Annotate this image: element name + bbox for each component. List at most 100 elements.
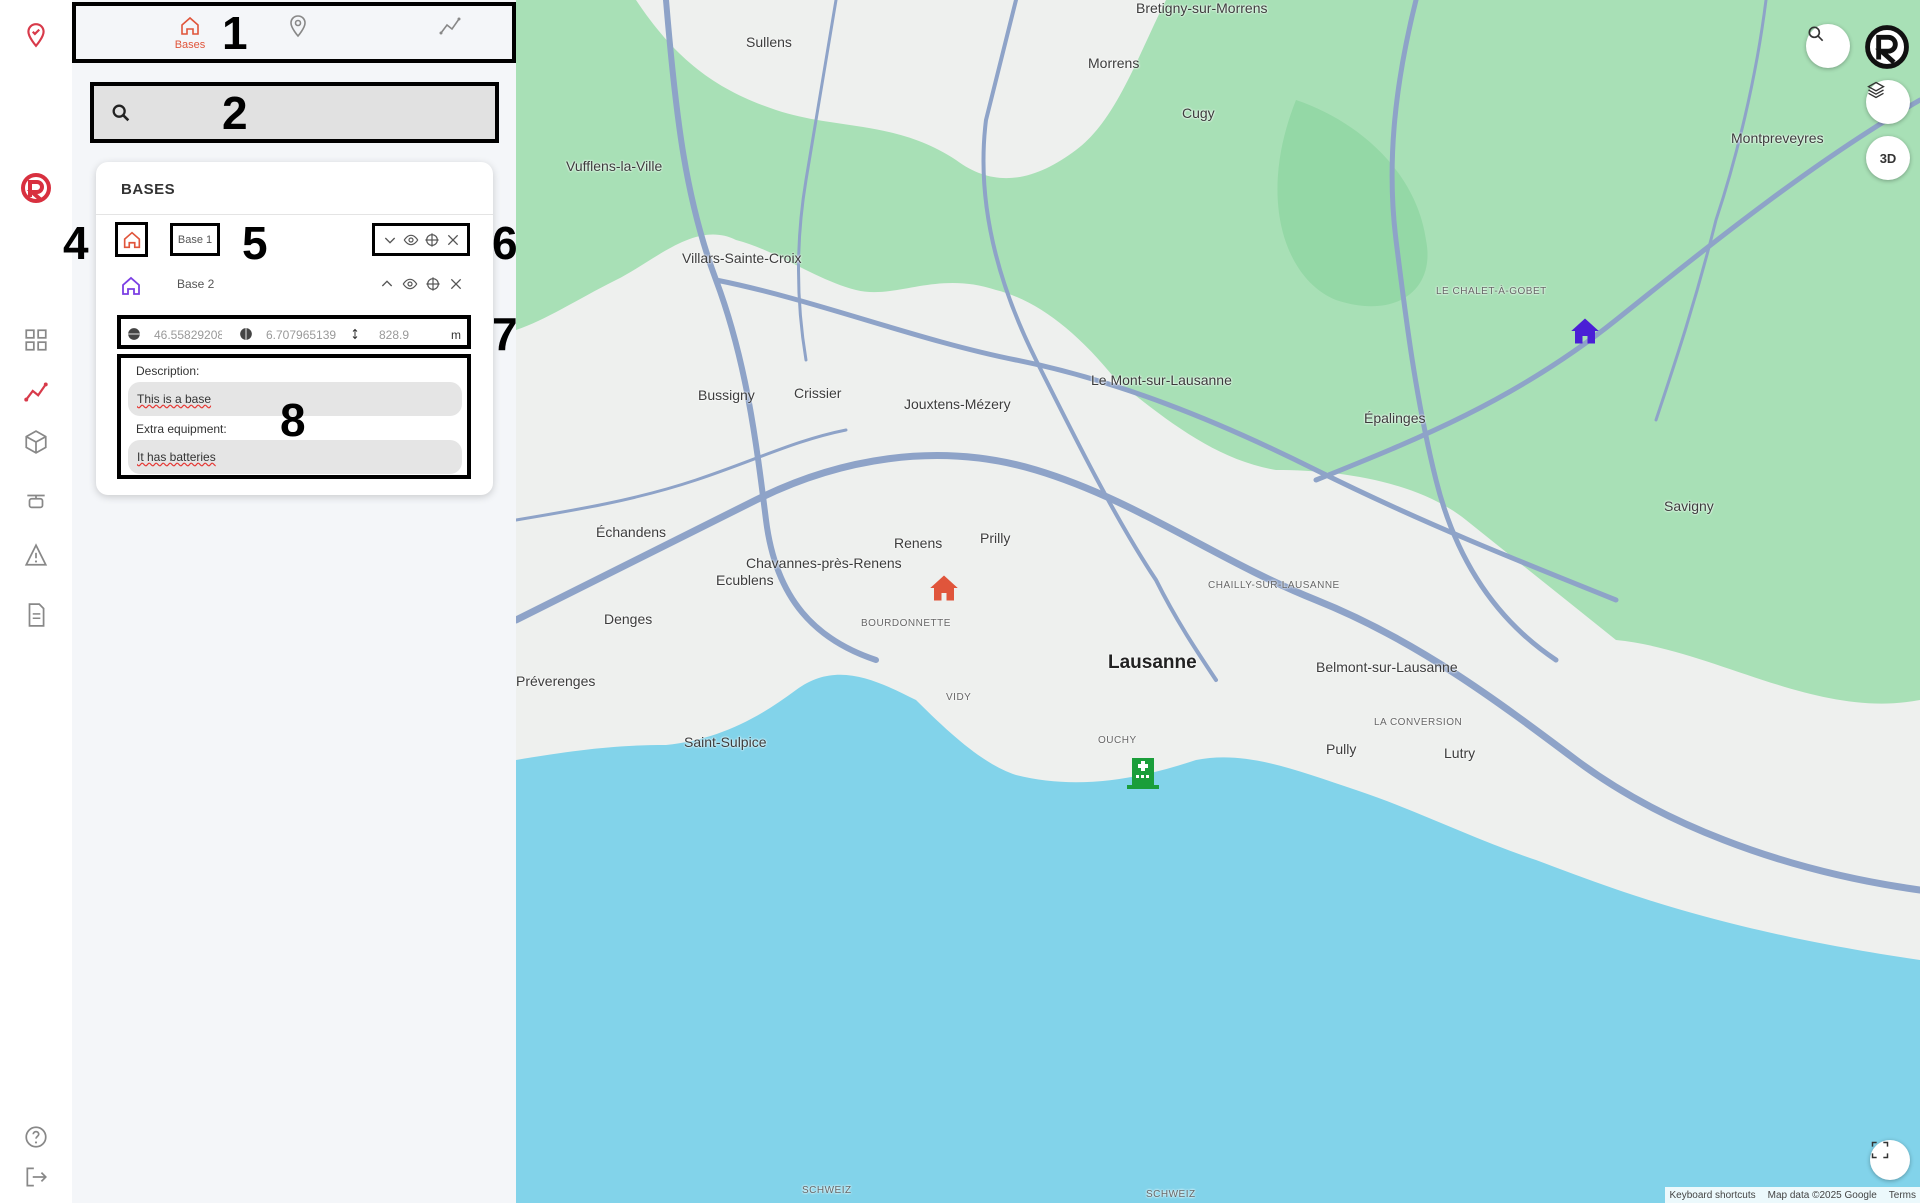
terms-link[interactable]: Terms bbox=[1889, 1190, 1916, 1201]
map-label: Bussigny bbox=[698, 387, 755, 403]
left-nav-rail bbox=[0, 0, 72, 1203]
panel-tabs: Bases bbox=[72, 2, 516, 63]
brand-logo-icon bbox=[1862, 22, 1912, 72]
eye-icon[interactable] bbox=[402, 276, 418, 292]
map-recenter-button[interactable] bbox=[1870, 1140, 1910, 1180]
map-label: Sullens bbox=[746, 34, 792, 50]
chevron-up-icon[interactable] bbox=[379, 276, 395, 292]
callout-6: 6 bbox=[492, 217, 518, 269]
base-2-coordinates: 46.55829208 6.707965139 828.9 m bbox=[117, 315, 471, 349]
equipment-label: Extra equipment: bbox=[136, 422, 227, 436]
base-1-marker[interactable] bbox=[929, 574, 959, 602]
map-label: LA CONVERSION bbox=[1374, 717, 1463, 728]
map-attribution: Keyboard shortcuts Map data ©2025 Google… bbox=[1665, 1187, 1920, 1203]
callout-5: 5 bbox=[242, 217, 268, 269]
keyboard-shortcuts-link[interactable]: Keyboard shortcuts bbox=[1669, 1190, 1755, 1201]
map-label: Montpreveyres bbox=[1731, 130, 1824, 146]
base-2-marker[interactable] bbox=[1570, 317, 1600, 345]
altitude-icon bbox=[352, 328, 358, 340]
callout-2: 2 bbox=[222, 87, 248, 139]
expand-icon bbox=[1871, 1141, 1889, 1159]
map-label: Bretigny-sur-Morrens bbox=[1136, 0, 1268, 16]
close-icon[interactable] bbox=[448, 276, 464, 292]
map-label: SCHWEIZ bbox=[1146, 1189, 1196, 1200]
bases-title: BASES bbox=[121, 181, 176, 198]
base-1-icon-box[interactable] bbox=[115, 222, 148, 257]
home-icon bbox=[181, 16, 199, 35]
map-label: Préverenges bbox=[516, 673, 596, 689]
map-view[interactable]: Bretigny-sur-Morrens Sullens Morrens Cug… bbox=[516, 0, 1920, 1203]
map-3d-button[interactable]: 3D bbox=[1866, 136, 1910, 180]
altitude-unit: m bbox=[451, 328, 461, 342]
search-icon bbox=[112, 104, 130, 122]
map-label: Villars-Sainte-Croix bbox=[682, 250, 802, 266]
base-2-name[interactable]: Base 2 bbox=[177, 277, 214, 291]
map-label: Crissier bbox=[794, 385, 842, 401]
map-label: Chavannes-près-Renens bbox=[746, 555, 902, 571]
map-canvas bbox=[516, 0, 1920, 1203]
help-icon[interactable] bbox=[21, 1122, 51, 1152]
map-label: Savigny bbox=[1664, 498, 1714, 514]
map-label: Belmont-sur-Lausanne bbox=[1316, 659, 1458, 675]
map-label: Épalinges bbox=[1364, 410, 1426, 426]
search-input[interactable] bbox=[90, 82, 499, 143]
map-label: Le Mont-sur-Lausanne bbox=[1091, 372, 1232, 388]
map-label: VIDY bbox=[946, 692, 972, 703]
divider bbox=[96, 214, 493, 215]
map-label: SCHWEIZ bbox=[802, 1185, 852, 1196]
warning-triangle-icon[interactable] bbox=[21, 540, 51, 570]
tab-routes[interactable] bbox=[420, 14, 480, 58]
tab-bases-label: Bases bbox=[174, 39, 206, 51]
map-label: LE CHALET-À-GOBET bbox=[1436, 286, 1547, 297]
layers-icon bbox=[1867, 81, 1885, 99]
base-1-actions bbox=[372, 223, 470, 256]
cube-icon[interactable] bbox=[21, 427, 51, 457]
base-2-icon[interactable] bbox=[119, 274, 145, 300]
longitude-field[interactable]: 6.707965139 bbox=[266, 328, 336, 342]
base-1-name[interactable]: Base 1 bbox=[170, 223, 220, 256]
map-label: Lutry bbox=[1444, 745, 1476, 761]
latitude-field[interactable]: 46.55829208 bbox=[154, 328, 222, 342]
altitude-field[interactable]: 828.9 bbox=[379, 328, 409, 342]
map-label: Jouxtens-Mézery bbox=[904, 396, 1011, 412]
map-label: Échandens bbox=[596, 524, 667, 540]
close-icon[interactable] bbox=[445, 232, 461, 248]
map-label: CHAILLY-SUR-LAUSANNE bbox=[1208, 580, 1340, 591]
map-label: Renens bbox=[894, 535, 943, 551]
chevron-down-icon[interactable] bbox=[382, 232, 398, 248]
map-label: Prilly bbox=[980, 530, 1011, 546]
map-label: Ecublens bbox=[716, 572, 774, 588]
callout-7: 7 bbox=[492, 308, 518, 360]
eye-icon[interactable] bbox=[403, 232, 419, 248]
map-label: Vufflens-la-Ville bbox=[566, 158, 663, 174]
tab-waypoints[interactable] bbox=[268, 14, 328, 58]
map-label: Morrens bbox=[1088, 55, 1140, 71]
crosshair-icon[interactable] bbox=[424, 232, 440, 248]
map-label: Lausanne bbox=[1108, 652, 1197, 673]
crosshair-icon[interactable] bbox=[425, 276, 441, 292]
route-icon[interactable] bbox=[21, 377, 51, 407]
latitude-icon bbox=[128, 328, 140, 340]
drone-icon[interactable] bbox=[21, 487, 51, 517]
home-icon bbox=[122, 276, 140, 295]
search-icon bbox=[1808, 26, 1824, 42]
map-label: OUCHY bbox=[1098, 735, 1137, 746]
hospital-marker[interactable] bbox=[1127, 752, 1159, 790]
map-search-button[interactable] bbox=[1806, 24, 1850, 68]
longitude-icon bbox=[240, 328, 252, 340]
map-label: Denges bbox=[604, 611, 653, 627]
callout-1: 1 bbox=[222, 7, 248, 59]
map-label: Cugy bbox=[1182, 105, 1215, 121]
location-pin-icon[interactable] bbox=[21, 20, 51, 50]
tab-bases[interactable]: Bases bbox=[160, 14, 220, 58]
map-data-credit: Map data ©2025 Google bbox=[1767, 1189, 1877, 1201]
map-layers-button[interactable] bbox=[1866, 80, 1910, 124]
dashboard-grid-icon[interactable] bbox=[21, 325, 51, 355]
document-icon[interactable] bbox=[21, 600, 51, 630]
map-label: Saint-Sulpice bbox=[684, 734, 767, 750]
app-logo-icon[interactable] bbox=[18, 170, 54, 206]
map-label: Pully bbox=[1326, 741, 1357, 757]
home-icon bbox=[123, 231, 140, 248]
logout-icon[interactable] bbox=[21, 1162, 51, 1192]
map-label: BOURDONNETTE bbox=[861, 618, 951, 629]
